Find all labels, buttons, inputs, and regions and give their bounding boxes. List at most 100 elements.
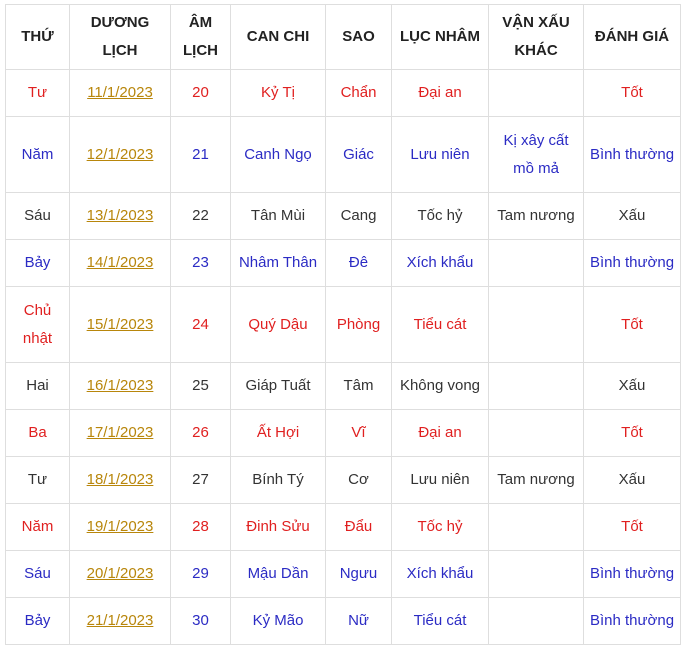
cell-luc-nham: Tiểu cát: [391, 597, 489, 645]
cell-danh-gia: Xấu: [583, 362, 681, 410]
cell-am-lich: 24: [170, 286, 231, 363]
cell-van-xau: Kị xây cất mồ mả: [488, 116, 584, 193]
cell-van-xau: [488, 69, 584, 117]
cell-duong-lich: 20/1/2023: [69, 550, 171, 598]
cell-thu: Chủ nhật: [5, 286, 70, 363]
cell-sao: Giác: [325, 116, 392, 193]
table-row: Năm 12/1/2023 21 Canh Ngọ Giác Lưu niên …: [5, 116, 681, 193]
cell-duong-lich: 16/1/2023: [69, 362, 171, 410]
cell-sao: Ngưu: [325, 550, 392, 598]
table-row: Ba 17/1/2023 26 Ất Hợi Vĩ Đại an Tốt: [5, 409, 681, 457]
cell-can-chi: Nhâm Thân: [230, 239, 326, 287]
date-link[interactable]: 15/1/2023: [87, 316, 154, 333]
date-link[interactable]: 20/1/2023: [87, 565, 154, 582]
cell-duong-lich: 21/1/2023: [69, 597, 171, 645]
table-row: Sáu 13/1/2023 22 Tân Mùi Cang Tốc hỷ Tam…: [5, 192, 681, 240]
cell-thu: Sáu: [5, 192, 70, 240]
cell-duong-lich: 17/1/2023: [69, 409, 171, 457]
date-link[interactable]: 19/1/2023: [87, 518, 154, 535]
cell-luc-nham: Lưu niên: [391, 116, 489, 193]
cell-can-chi: Canh Ngọ: [230, 116, 326, 193]
cell-van-xau: [488, 286, 584, 363]
cell-van-xau: Tam nương: [488, 456, 584, 504]
cell-thu: Năm: [5, 503, 70, 551]
cell-van-xau: [488, 362, 584, 410]
cell-am-lich: 20: [170, 69, 231, 117]
cell-luc-nham: Tốc hỷ: [391, 192, 489, 240]
cell-am-lich: 30: [170, 597, 231, 645]
header-thu: THỨ: [5, 4, 70, 70]
header-luc-nham: LỤC NHÂM: [391, 4, 489, 70]
cell-danh-gia: Xấu: [583, 192, 681, 240]
cell-luc-nham: Lưu niên: [391, 456, 489, 504]
cell-danh-gia: Bình thường: [583, 550, 681, 598]
cell-can-chi: Mậu Dần: [230, 550, 326, 598]
cell-can-chi: Kỷ Mão: [230, 597, 326, 645]
date-link[interactable]: 12/1/2023: [87, 146, 154, 163]
cell-van-xau: Tam nương: [488, 192, 584, 240]
date-link[interactable]: 16/1/2023: [87, 377, 154, 394]
cell-sao: Cang: [325, 192, 392, 240]
lunar-calendar-table: THỨ DƯƠNG LỊCH ÂM LỊCH CAN CHI SAO LỤC N…: [5, 4, 681, 645]
table-row: Chủ nhật 15/1/2023 24 Quý Dậu Phòng Tiểu…: [5, 286, 681, 363]
cell-duong-lich: 11/1/2023: [69, 69, 171, 117]
cell-sao: Chẩn: [325, 69, 392, 117]
cell-sao: Vĩ: [325, 409, 392, 457]
cell-thu: Ba: [5, 409, 70, 457]
cell-danh-gia: Tốt: [583, 503, 681, 551]
cell-duong-lich: 14/1/2023: [69, 239, 171, 287]
cell-danh-gia: Tốt: [583, 286, 681, 363]
cell-am-lich: 29: [170, 550, 231, 598]
cell-van-xau: [488, 503, 584, 551]
cell-can-chi: Đinh Sửu: [230, 503, 326, 551]
date-link[interactable]: 14/1/2023: [87, 254, 154, 271]
cell-thu: Sáu: [5, 550, 70, 598]
cell-sao: Đẩu: [325, 503, 392, 551]
cell-duong-lich: 15/1/2023: [69, 286, 171, 363]
cell-thu: Năm: [5, 116, 70, 193]
cell-duong-lich: 18/1/2023: [69, 456, 171, 504]
cell-luc-nham: Tốc hỷ: [391, 503, 489, 551]
date-link[interactable]: 18/1/2023: [87, 471, 154, 488]
cell-van-xau: [488, 597, 584, 645]
cell-danh-gia: Tốt: [583, 409, 681, 457]
cell-can-chi: Bính Tý: [230, 456, 326, 504]
cell-thu: Tư: [5, 69, 70, 117]
table-row: Hai 16/1/2023 25 Giáp Tuất Tâm Không von…: [5, 362, 681, 410]
cell-can-chi: Quý Dậu: [230, 286, 326, 363]
table-row: Sáu 20/1/2023 29 Mậu Dần Ngưu Xích khẩu …: [5, 550, 681, 598]
cell-luc-nham: Không vong: [391, 362, 489, 410]
cell-am-lich: 26: [170, 409, 231, 457]
cell-van-xau: [488, 239, 584, 287]
cell-van-xau: [488, 550, 584, 598]
table-row: Bảy 14/1/2023 23 Nhâm Thân Đê Xích khẩu …: [5, 239, 681, 287]
cell-sao: Nữ: [325, 597, 392, 645]
date-link[interactable]: 21/1/2023: [87, 612, 154, 629]
cell-luc-nham: Tiểu cát: [391, 286, 489, 363]
cell-am-lich: 25: [170, 362, 231, 410]
cell-thu: Bảy: [5, 239, 70, 287]
cell-luc-nham: Xích khẩu: [391, 239, 489, 287]
cell-can-chi: Tân Mùi: [230, 192, 326, 240]
cell-can-chi: Kỷ Tị: [230, 69, 326, 117]
cell-luc-nham: Xích khẩu: [391, 550, 489, 598]
header-am-lich: ÂM LỊCH: [170, 4, 231, 70]
cell-van-xau: [488, 409, 584, 457]
cell-am-lich: 23: [170, 239, 231, 287]
table-row: Tư 18/1/2023 27 Bính Tý Cơ Lưu niên Tam …: [5, 456, 681, 504]
cell-thu: Hai: [5, 362, 70, 410]
header-sao: SAO: [325, 4, 392, 70]
table-row: Tư 11/1/2023 20 Kỷ Tị Chẩn Đại an Tốt: [5, 69, 681, 117]
date-link[interactable]: 13/1/2023: [87, 207, 154, 224]
cell-thu: Tư: [5, 456, 70, 504]
cell-danh-gia: Xấu: [583, 456, 681, 504]
date-link[interactable]: 11/1/2023: [87, 84, 153, 101]
header-row: THỨ DƯƠNG LỊCH ÂM LỊCH CAN CHI SAO LỤC N…: [5, 4, 681, 70]
cell-danh-gia: Bình thường: [583, 597, 681, 645]
cell-can-chi: Ất Hợi: [230, 409, 326, 457]
cell-duong-lich: 12/1/2023: [69, 116, 171, 193]
cell-am-lich: 28: [170, 503, 231, 551]
cell-sao: Tâm: [325, 362, 392, 410]
cell-luc-nham: Đại an: [391, 69, 489, 117]
date-link[interactable]: 17/1/2023: [87, 424, 154, 441]
